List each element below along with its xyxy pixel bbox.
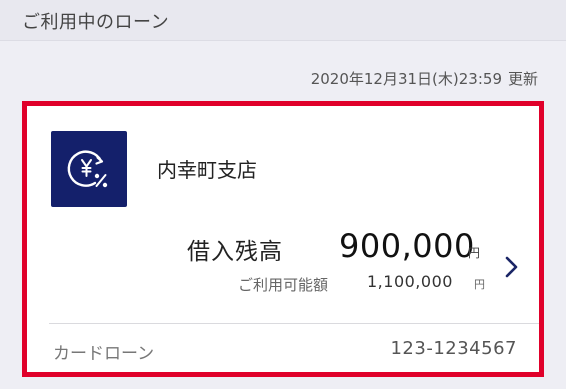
card-divider [49,323,539,324]
section-header: ご利用中のローン [0,0,566,41]
available-limit-amount: 1,100,000 [367,272,453,291]
account-number: 123-1234567 [390,338,517,359]
chevron-right-icon[interactable] [502,254,522,280]
balance-label: 借入残高 [187,239,283,265]
loan-card[interactable]: 内幸町支店 借入残高 900,000 円 ご利用可能額 1,100,000 円 … [22,101,544,377]
balance-unit: 円 [468,246,481,260]
available-limit-label: ご利用可能額 [238,276,329,294]
loan-type: カードローン [53,344,155,364]
loan-overview-page: ご利用中のローン 2020年12月31日(木)23:59 更新 内幸町支店 借入残… [0,0,566,389]
available-limit-unit: 円 [474,278,485,291]
balance-amount: 900,000 [339,227,475,265]
updated-label: 更新 [507,70,538,88]
last-updated: 2020年12月31日(木)23:59 更新 [305,68,538,89]
updated-datetime: 2020年12月31日(木)23:59 [310,70,502,88]
branch-name: 内幸町支店 [157,158,257,182]
yen-percent-icon [51,131,127,207]
section-title: ご利用中のローン [22,12,170,33]
